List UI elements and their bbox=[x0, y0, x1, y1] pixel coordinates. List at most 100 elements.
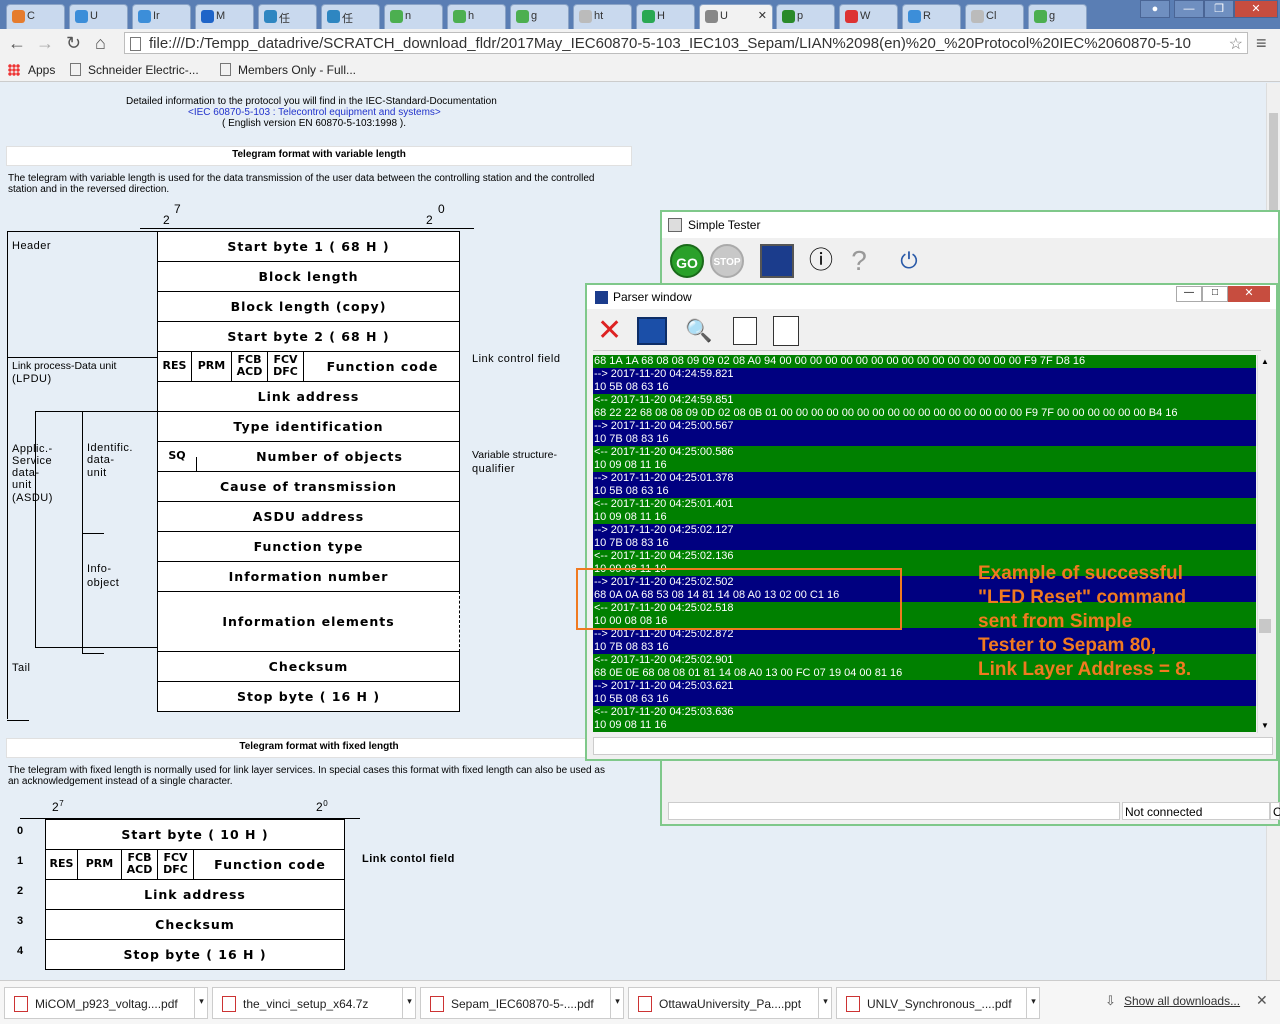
log-scroll-thumb[interactable] bbox=[1259, 619, 1271, 633]
table-row: Block length bbox=[157, 261, 460, 292]
label-lpdu: Link process-Data unit bbox=[12, 360, 117, 372]
bookmark-apps[interactable]: Apps bbox=[28, 63, 55, 77]
download-menu-chevron-icon[interactable]: ▾ bbox=[1026, 988, 1039, 1018]
browser-tab[interactable]: h bbox=[447, 4, 506, 29]
info-icon[interactable]: ⓘ bbox=[804, 244, 838, 278]
variable-desc-2: station and in the reversed direction. bbox=[8, 184, 170, 195]
browser-tab[interactable]: C bbox=[6, 4, 65, 29]
scroll-down-icon[interactable]: ▼ bbox=[1261, 721, 1269, 730]
browser-tab[interactable]: U bbox=[69, 4, 128, 29]
file-icon bbox=[222, 996, 236, 1012]
browser-tab[interactable]: R bbox=[902, 4, 961, 29]
download-item[interactable]: UNLV_Synchronous_....pdf ▾ bbox=[836, 987, 1040, 1019]
browser-tab[interactable]: Ir bbox=[132, 4, 191, 29]
row-label: Block length (copy) bbox=[230, 299, 387, 314]
row-label: Block length bbox=[258, 269, 359, 284]
go-button[interactable]: GO bbox=[670, 244, 704, 278]
bookmark-members[interactable]: Members Only - Full... bbox=[238, 63, 356, 77]
bracket-line bbox=[7, 231, 157, 232]
fixed-table-row: Stop byte ( 16 H ) bbox=[45, 939, 345, 970]
parser-toolbar: ✕ 🔍 bbox=[593, 313, 1261, 351]
bookmarks-bar: Apps Schneider Electric-... Members Only… bbox=[0, 58, 1280, 82]
stop-button[interactable]: STOP bbox=[710, 244, 744, 278]
log-line: <-- 2017-11-20 04:25:03.636 bbox=[593, 706, 1256, 719]
bracket-line bbox=[82, 533, 104, 534]
save-icon[interactable] bbox=[637, 317, 667, 345]
tab-favicon-icon bbox=[845, 10, 858, 23]
close-window-button[interactable]: ✕ bbox=[1234, 0, 1278, 18]
control-bit-cell: FCV DFC bbox=[268, 352, 304, 381]
menu-icon[interactable]: ≡ bbox=[1256, 33, 1267, 53]
download-name: MiCOM_p923_voltag....pdf bbox=[35, 997, 178, 1011]
download-menu-chevron-icon[interactable]: ▾ bbox=[194, 988, 207, 1018]
tab-label: n bbox=[405, 10, 412, 22]
browser-tab[interactable]: Cl bbox=[965, 4, 1024, 29]
browser-tab[interactable]: g bbox=[510, 4, 569, 29]
binoculars-icon[interactable]: 🔍 bbox=[685, 317, 712, 345]
download-item[interactable]: MiCOM_p923_voltag....pdf ▾ bbox=[4, 987, 208, 1019]
log-line: 10 5B 08 63 16 bbox=[593, 693, 1256, 706]
download-item[interactable]: Sepam_IEC60870-5-....pdf ▾ bbox=[420, 987, 624, 1019]
parser-close[interactable]: ✕ bbox=[1228, 286, 1270, 302]
download-item[interactable]: OttawaUniversity_Pa....ppt ▾ bbox=[628, 987, 832, 1019]
download-name: UNLV_Synchronous_....pdf bbox=[867, 997, 1012, 1011]
browser-tab[interactable]: n bbox=[384, 4, 443, 29]
browser-tab[interactable]: U ✕ bbox=[699, 4, 773, 30]
star-icon[interactable]: ☆ bbox=[1229, 34, 1243, 53]
standard-link[interactable]: <IEC 60870-5-103 : Telecontrol equipment… bbox=[188, 107, 441, 118]
back-icon[interactable]: ← bbox=[8, 33, 26, 53]
help-icon[interactable]: ? bbox=[842, 244, 876, 278]
reload-icon[interactable]: ↻ bbox=[66, 33, 81, 53]
tab-favicon-icon bbox=[908, 10, 921, 23]
browser-tab[interactable]: p bbox=[776, 4, 835, 29]
log-line: 10 5B 08 63 16 bbox=[593, 485, 1256, 498]
export-icon[interactable] bbox=[733, 317, 757, 345]
parser-app-icon bbox=[595, 291, 608, 304]
browser-tab[interactable]: ht bbox=[573, 4, 632, 29]
browser-tab[interactable]: 任 bbox=[321, 4, 380, 29]
address-bar[interactable]: file:///D:/Tempp_datadrive/SCRATCH_downl… bbox=[124, 32, 1248, 54]
minimize-button[interactable]: — bbox=[1174, 0, 1204, 18]
sq-divider bbox=[196, 457, 197, 471]
parser-maximize[interactable]: □ bbox=[1202, 286, 1228, 302]
tab-favicon-icon bbox=[264, 10, 277, 23]
browser-tab[interactable]: M bbox=[195, 4, 254, 29]
scroll-up-icon[interactable]: ▲ bbox=[1261, 357, 1269, 366]
row-label: Link address bbox=[257, 389, 360, 404]
log-line: --> 2017-11-20 04:24:59.821 bbox=[593, 368, 1256, 381]
parser-minimize[interactable]: — bbox=[1176, 286, 1202, 302]
restore-button[interactable]: ❐ bbox=[1204, 0, 1234, 18]
profile-button[interactable]: ● bbox=[1140, 0, 1170, 18]
tab-label: g bbox=[531, 10, 538, 22]
label-header: Header bbox=[12, 240, 52, 252]
show-all-downloads[interactable]: Show all downloads... bbox=[1124, 994, 1240, 1008]
download-menu-chevron-icon[interactable]: ▾ bbox=[610, 988, 623, 1018]
browser-tab[interactable]: g bbox=[1028, 4, 1087, 29]
tab-close-icon[interactable]: ✕ bbox=[758, 9, 767, 22]
forward-icon[interactable]: → bbox=[36, 33, 54, 53]
download-menu-chevron-icon[interactable]: ▾ bbox=[402, 988, 415, 1018]
browser-tab[interactable]: H bbox=[636, 4, 695, 29]
delete-icon[interactable]: ✕ bbox=[597, 315, 622, 347]
download-menu-chevron-icon[interactable]: ▾ bbox=[818, 988, 831, 1018]
parser-scrollbar[interactable]: ▲ ▼ bbox=[1257, 355, 1271, 733]
home-icon[interactable]: ⌂ bbox=[95, 33, 106, 53]
bookmark-schneider[interactable]: Schneider Electric-... bbox=[88, 63, 199, 77]
download-item[interactable]: the_vinci_setup_x64.7z ▾ bbox=[212, 987, 416, 1019]
browser-tab[interactable]: W bbox=[839, 4, 898, 29]
tab-label: p bbox=[797, 10, 804, 22]
row-label: Information elements bbox=[222, 614, 395, 629]
browser-tab[interactable]: 任 bbox=[258, 4, 317, 29]
control-bit-label: PRM bbox=[197, 359, 226, 372]
header-bracket bbox=[7, 231, 8, 357]
power-icon[interactable]: ⏻ bbox=[892, 244, 926, 278]
close-downloads-icon[interactable]: ✕ bbox=[1256, 992, 1268, 1009]
fixed-length-title: Telegram format with fixed length bbox=[6, 738, 632, 758]
clipboard-icon[interactable] bbox=[773, 316, 799, 346]
lpdu-bracket bbox=[7, 357, 8, 719]
tab-favicon-icon bbox=[201, 10, 214, 23]
tab-favicon-icon bbox=[138, 10, 151, 23]
tab-favicon-icon bbox=[1034, 10, 1047, 23]
parser-icon[interactable] bbox=[760, 244, 794, 278]
row-label: ASDU address bbox=[252, 509, 365, 524]
